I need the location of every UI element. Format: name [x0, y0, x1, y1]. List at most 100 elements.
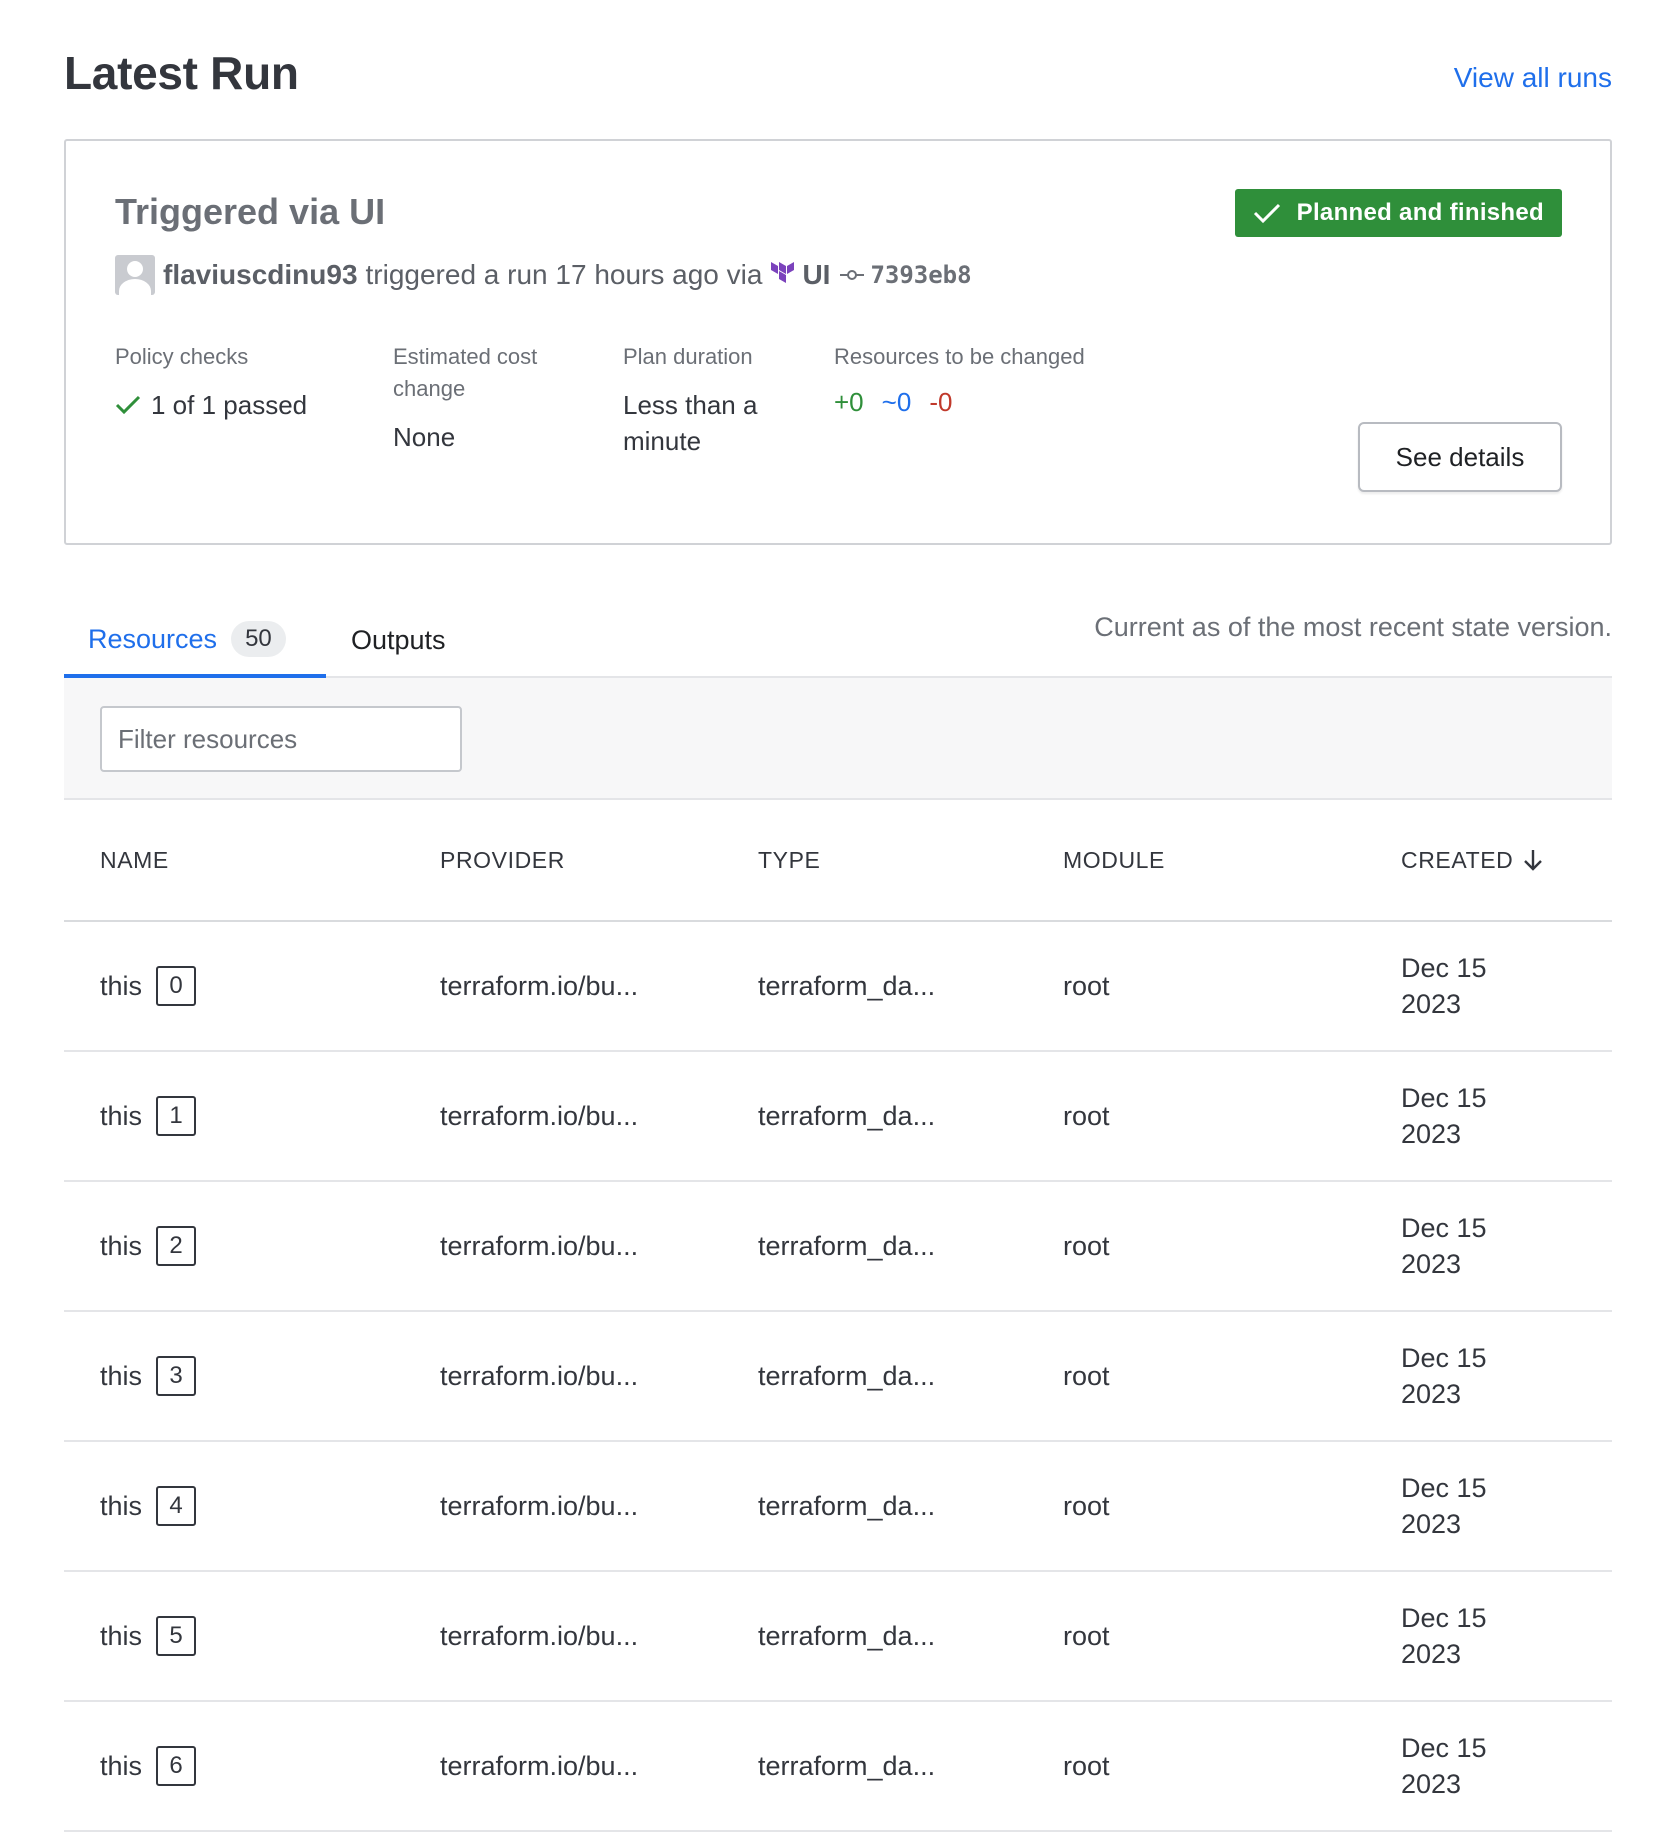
column-header-type: TYPE — [758, 846, 821, 873]
column-header-created-label: CREATED — [1401, 847, 1514, 873]
resource-module: root — [1063, 1620, 1110, 1651]
resource-name-cell: this 5 — [100, 1572, 197, 1700]
resource-name-cell: this 6 — [100, 1702, 197, 1830]
resource-created: Dec 15 2023 — [1401, 1473, 1487, 1539]
column-header-provider: PROVIDER — [440, 846, 565, 873]
resources-destroy-count: -0 — [929, 387, 953, 417]
filter-resources-input[interactable] — [102, 707, 455, 771]
column-header-module: MODULE — [1063, 846, 1166, 873]
resource-index: 3 — [156, 1356, 197, 1396]
estimated-cost-value: None — [393, 422, 456, 452]
resource-created: Dec 15 2023 — [1401, 1733, 1487, 1799]
run-title: Triggered via UI — [115, 191, 386, 232]
run-card: Triggered via UI Planned and finished fl… — [64, 139, 1612, 545]
resource-created: Dec 15 2023 — [1401, 1213, 1487, 1279]
resource-name[interactable]: this — [100, 1361, 142, 1392]
view-all-runs-link[interactable]: View all runs — [1454, 62, 1612, 94]
resource-type: terraform_da... — [758, 1620, 936, 1651]
plan-duration: Plan duration Less than a minute — [623, 341, 763, 459]
resource-provider: terraform.io/bu... — [440, 1490, 639, 1521]
table-row[interactable]: this 2 terraform.io/bu... terraform_da..… — [64, 1182, 1612, 1312]
resource-created: Dec 15 2023 — [1401, 1083, 1487, 1149]
terraform-logo-icon — [771, 262, 795, 283]
table-row[interactable]: this 1 terraform.io/bu... terraform_da..… — [64, 1052, 1612, 1182]
see-details-button[interactable]: See details — [1358, 422, 1562, 492]
resource-module: root — [1063, 1100, 1110, 1131]
resource-provider: terraform.io/bu... — [440, 1360, 639, 1391]
resource-provider: terraform.io/bu... — [440, 1620, 639, 1651]
resource-index: 4 — [156, 1486, 197, 1526]
commit-hash[interactable]: 7393eb8 — [870, 261, 971, 289]
resource-module: root — [1063, 1230, 1110, 1261]
resource-provider: terraform.io/bu... — [440, 1750, 639, 1781]
resource-name[interactable]: this — [100, 1101, 142, 1132]
table-row[interactable]: this 3 terraform.io/bu... terraform_da..… — [64, 1312, 1612, 1442]
resource-index: 6 — [156, 1746, 197, 1786]
policy-checks-label: Policy checks — [115, 344, 249, 369]
resource-provider: terraform.io/bu... — [440, 1100, 639, 1131]
resource-name[interactable]: this — [100, 1751, 142, 1782]
estimated-cost: Estimated cost change None — [393, 341, 543, 455]
resource-name[interactable]: this — [100, 1231, 142, 1262]
plan-duration-label: Plan duration — [623, 344, 753, 369]
table-header: NAME PROVIDER TYPE MODULE CREATED — [64, 800, 1612, 922]
resource-name[interactable]: this — [100, 1621, 142, 1652]
table-row[interactable]: this 5 terraform.io/bu... terraform_da..… — [64, 1572, 1612, 1702]
run-action-text: triggered a run 17 hours ago via — [365, 259, 763, 290]
resource-index: 2 — [156, 1226, 197, 1266]
resource-provider: terraform.io/bu... — [440, 1230, 639, 1261]
tab-outputs[interactable]: Outputs — [351, 604, 446, 676]
plan-duration-value: Less than a minute — [623, 390, 758, 456]
tab-resources-label: Resources — [88, 623, 218, 654]
table-row[interactable]: this 0 terraform.io/bu... terraform_da..… — [64, 922, 1612, 1052]
policy-checks-value: 1 of 1 passed — [151, 390, 308, 420]
state-note: Current as of the most recent state vers… — [1094, 612, 1612, 642]
resource-module: root — [1063, 1750, 1110, 1781]
resource-name-cell: this 4 — [100, 1442, 197, 1570]
resource-index: 0 — [156, 966, 197, 1006]
resource-name-cell: this 3 — [100, 1312, 197, 1440]
resource-index: 1 — [156, 1096, 197, 1136]
resource-index: 5 — [156, 1616, 197, 1656]
resource-module: root — [1063, 970, 1110, 1001]
resource-provider: terraform.io/bu... — [440, 970, 639, 1001]
resource-created: Dec 15 2023 — [1401, 1603, 1487, 1669]
commit-icon — [840, 270, 865, 280]
resource-name[interactable]: this — [100, 971, 142, 1002]
resource-module: root — [1063, 1490, 1110, 1521]
policy-checks: Policy checks 1 of 1 passed — [115, 341, 307, 423]
column-header-created[interactable]: CREATED — [1401, 800, 1543, 920]
table-row[interactable]: this 4 terraform.io/bu... terraform_da..… — [64, 1442, 1612, 1572]
filter-box — [100, 706, 462, 772]
table-row[interactable]: this 6 terraform.io/bu... terraform_da..… — [64, 1702, 1612, 1832]
resource-type: terraform_da... — [758, 1230, 936, 1261]
resources-table: NAME PROVIDER TYPE MODULE CREATED this 0… — [64, 800, 1612, 1832]
check-icon — [1253, 203, 1280, 224]
status-label: Planned and finished — [1296, 199, 1544, 226]
run-meta: flaviuscdinu93 triggered a run 17 hours … — [115, 253, 972, 297]
resource-name[interactable]: this — [100, 1491, 142, 1522]
resource-name-cell: this 1 — [100, 1052, 197, 1180]
resources-count-badge: 50 — [231, 621, 286, 657]
tab-resources[interactable]: Resources 50 — [64, 604, 326, 678]
resource-type: terraform_da... — [758, 1360, 936, 1391]
resource-type: terraform_da... — [758, 970, 936, 1001]
filter-bar — [64, 678, 1612, 800]
resource-name-cell: this 2 — [100, 1182, 197, 1310]
resource-type: terraform_da... — [758, 1100, 936, 1131]
page-title: Latest Run — [64, 47, 299, 99]
resource-created: Dec 15 2023 — [1401, 953, 1487, 1019]
resource-name-cell: this 0 — [100, 922, 197, 1050]
resources-change-count: ~0 — [881, 387, 912, 417]
avatar-placeholder-icon — [115, 255, 155, 295]
estimated-cost-label: Estimated cost change — [393, 344, 538, 401]
arrow-down-icon — [1524, 850, 1543, 871]
check-icon — [115, 395, 141, 415]
resource-created: Dec 15 2023 — [1401, 1343, 1487, 1409]
resource-type: terraform_da... — [758, 1750, 936, 1781]
resources-to-change: Resources to be changed +0 ~0 -0 — [834, 341, 1085, 418]
resources-to-change-label: Resources to be changed — [834, 344, 1085, 369]
resources-add-count: +0 — [834, 387, 864, 417]
resource-type: terraform_da... — [758, 1490, 936, 1521]
run-username[interactable]: flaviuscdinu93 — [163, 259, 358, 291]
